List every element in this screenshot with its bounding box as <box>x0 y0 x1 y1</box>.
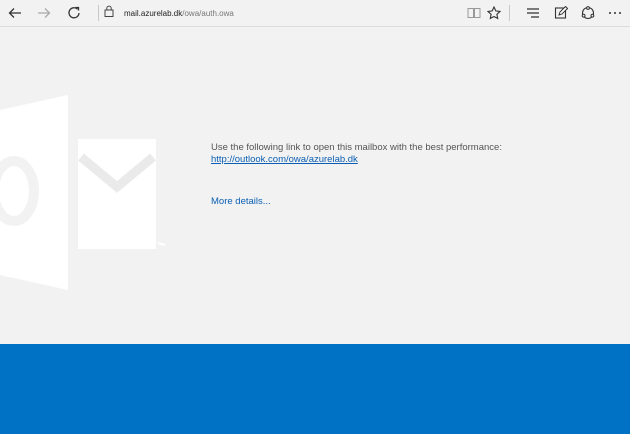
reading-view-icon <box>467 7 481 19</box>
favorite-star-icon <box>487 6 501 20</box>
hub-icon <box>526 7 540 19</box>
favorite-button[interactable] <box>484 4 504 22</box>
refresh-button[interactable] <box>64 4 84 22</box>
reading-view-button[interactable] <box>464 4 484 22</box>
more-details-link[interactable]: More details... <box>211 196 271 207</box>
browser-toolbar: mail.azurelab.dk/owa/auth.owa <box>0 0 630 27</box>
share-button[interactable] <box>578 4 598 22</box>
page-content: Use the following link to open this mail… <box>0 27 630 434</box>
outlook-logo-icon <box>0 95 170 300</box>
back-button[interactable] <box>5 4 25 22</box>
url-text: mail.azurelab.dk/owa/auth.owa <box>124 9 234 18</box>
forward-icon <box>37 6 51 20</box>
refresh-icon <box>67 6 81 20</box>
address-bar[interactable]: mail.azurelab.dk/owa/auth.owa <box>104 4 464 22</box>
share-icon <box>581 6 595 20</box>
hub-button[interactable] <box>523 4 543 22</box>
forward-button[interactable] <box>34 4 54 22</box>
more-icon <box>608 11 622 15</box>
url-path: /owa/auth.owa <box>182 8 234 18</box>
divider <box>98 5 99 21</box>
more-button[interactable] <box>605 4 625 22</box>
outlook-link[interactable]: http://outlook.com/owa/azurelab.dk <box>211 154 502 166</box>
url-domain: mail.azurelab.dk <box>124 8 183 18</box>
web-note-button[interactable] <box>551 4 571 22</box>
message-text: Use the following link to open this mail… <box>211 142 502 153</box>
footer-band <box>0 344 630 434</box>
web-note-icon <box>554 6 568 20</box>
back-icon <box>8 6 22 20</box>
mailbox-message: Use the following link to open this mail… <box>211 142 502 166</box>
lock-icon <box>104 4 114 22</box>
divider <box>509 5 510 21</box>
